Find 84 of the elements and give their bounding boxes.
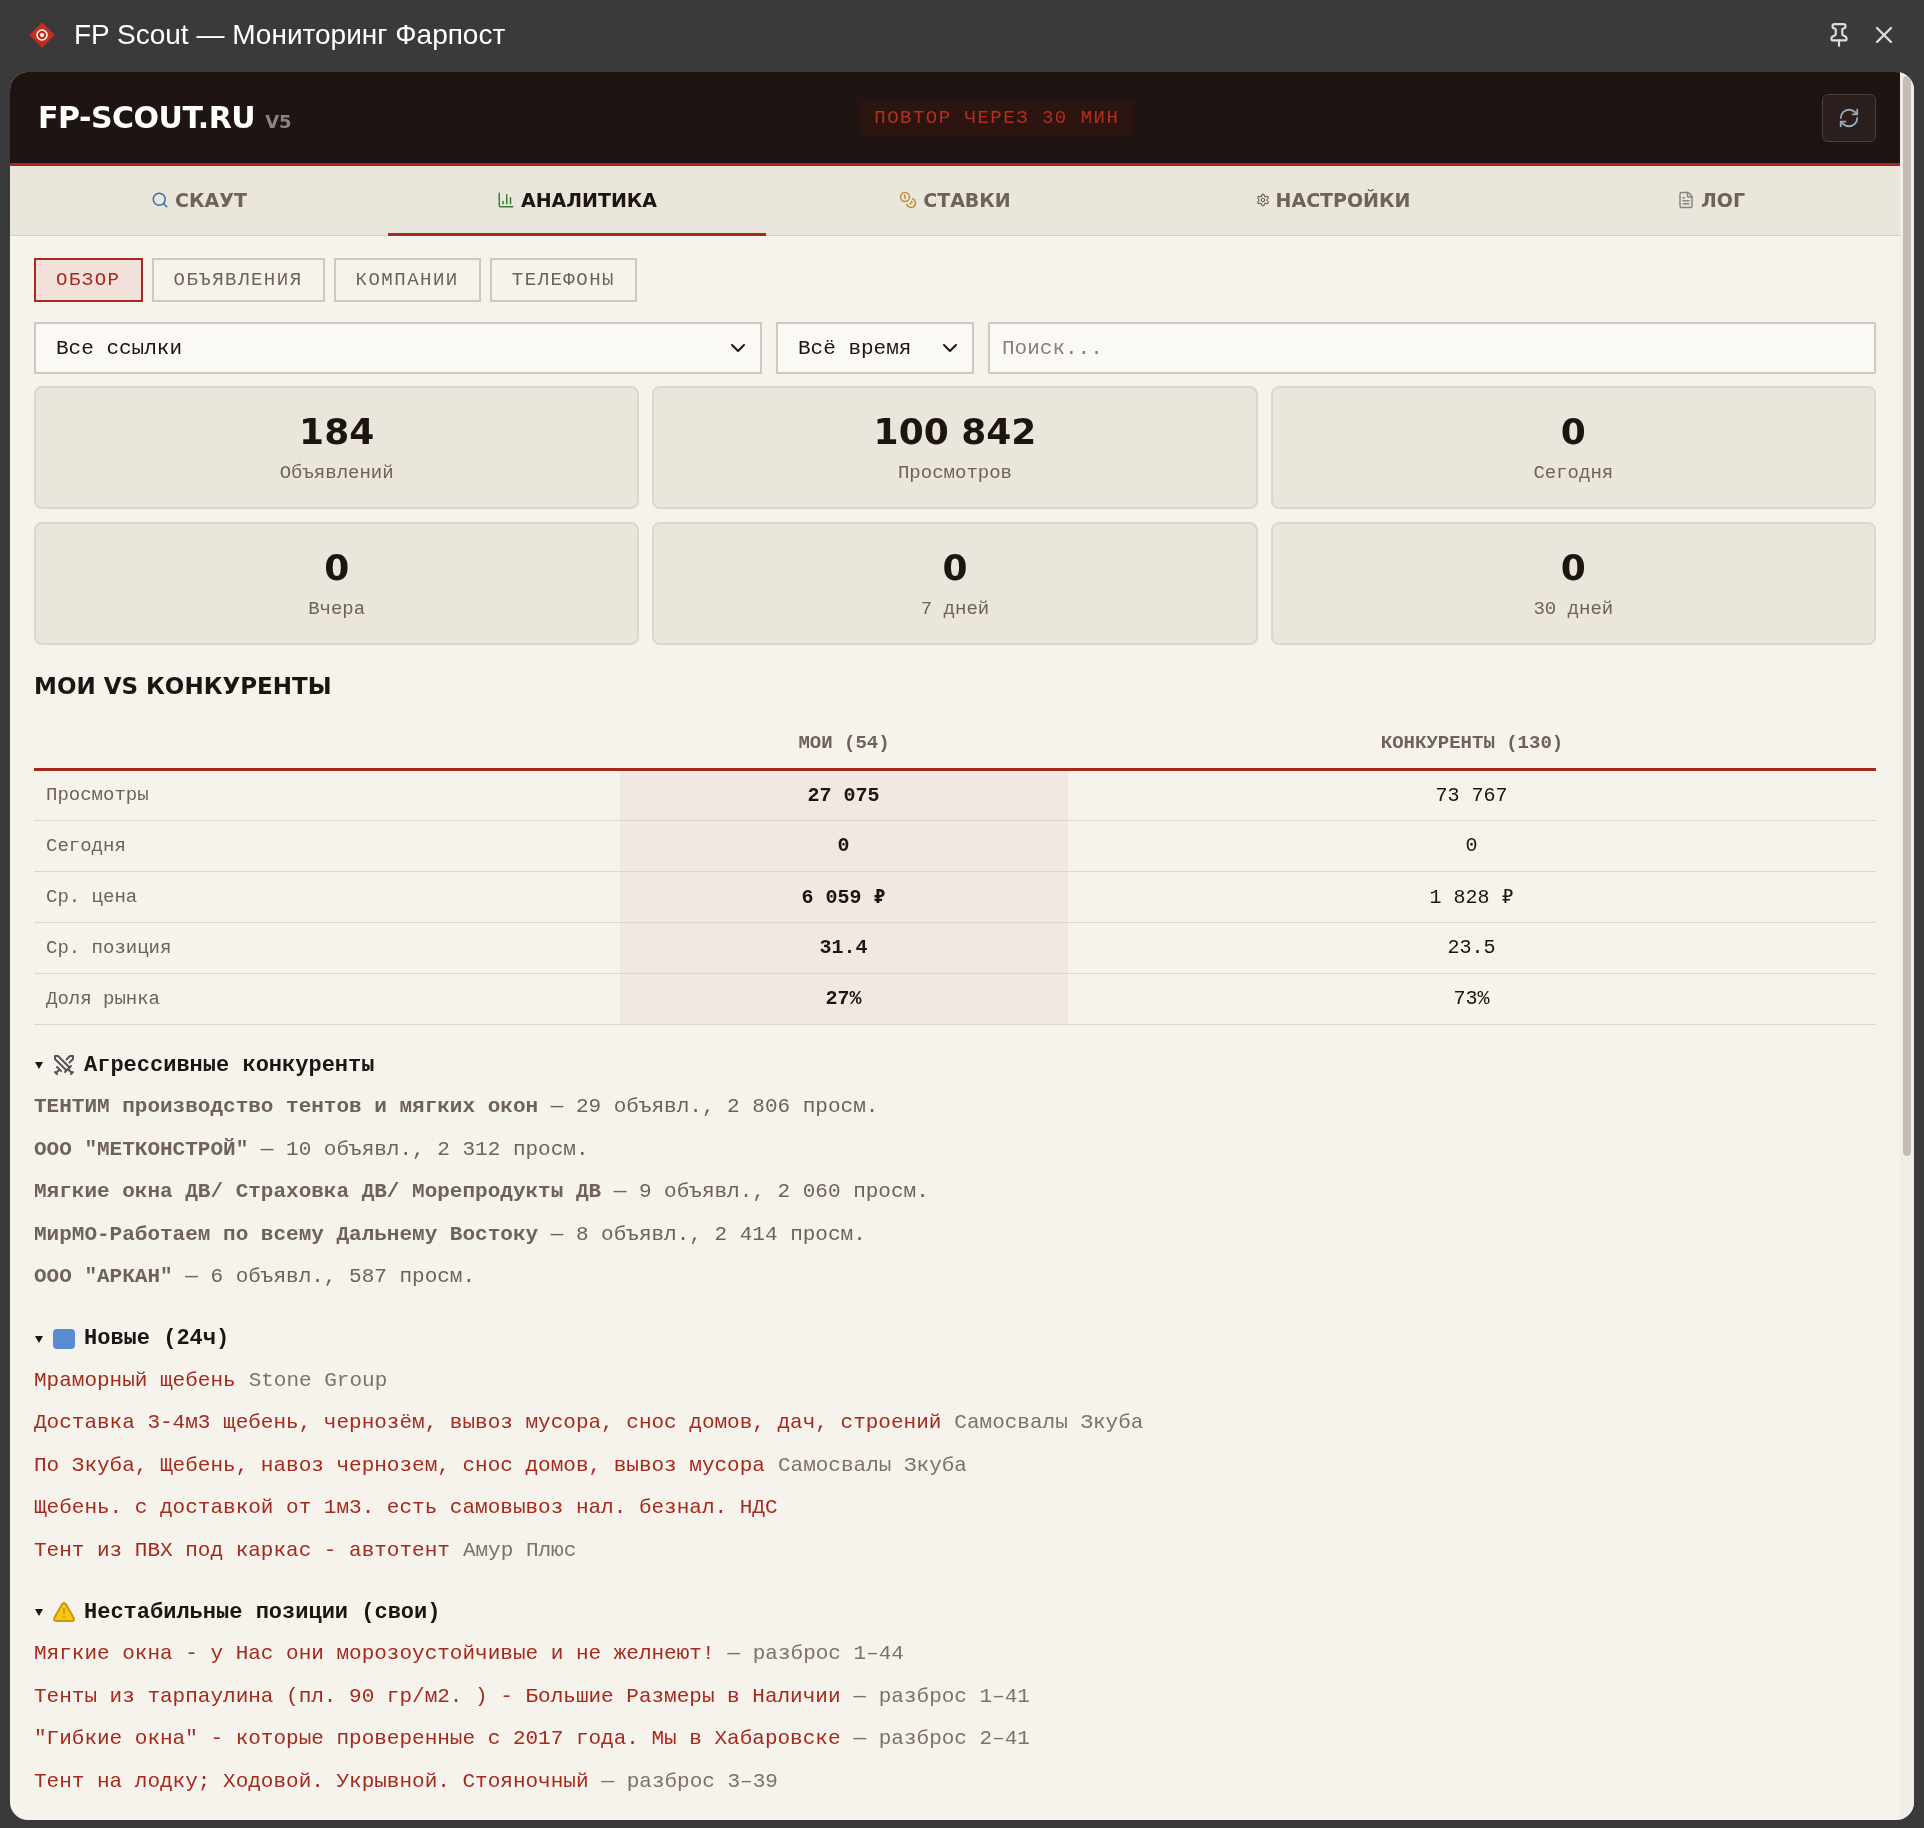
- coins-icon: [899, 190, 918, 209]
- table-cell: 27%: [620, 973, 1068, 1024]
- table-cell: 73%: [1068, 973, 1876, 1024]
- settings-icon: [1255, 192, 1270, 207]
- listing-link[interactable]: Тенты из тарпаулина (пл. 90 гр/м2. ) - Большие Размеры в Наличии: [34, 1684, 841, 1708]
- stat-label: 7 дней: [920, 598, 990, 620]
- new-badge-icon: [52, 1327, 76, 1350]
- crossed-swords-icon: [52, 1053, 76, 1077]
- listing-link[interactable]: По Зкуба, Щебень, навоз чернозем, снос домов, вывоз мусора: [34, 1453, 765, 1477]
- subtab[interactable]: КОМПАНИИ: [333, 258, 481, 302]
- period-select[interactable]: Всё время: [776, 322, 974, 374]
- listing-detail: Самосвалы Зкуба: [954, 1411, 1144, 1435]
- tab[interactable]: ЛОГ: [1522, 166, 1900, 236]
- tab[interactable]: АНАЛИТИКА: [388, 166, 766, 236]
- table-cell: 0: [620, 820, 1068, 871]
- listing-detail: — разброс 1–41: [853, 1684, 1030, 1708]
- tab[interactable]: СКАУТ: [10, 166, 388, 236]
- table-cell: 6 059 ₽: [620, 871, 1068, 922]
- table-cell: 23.5: [1068, 922, 1876, 973]
- row-label: Ср. цена: [34, 871, 620, 922]
- competitor-entry: ТЕНТИМ производство тентов и мягких окон — 29 объявл., 2 806 просм.: [34, 1095, 879, 1119]
- competitor-entry: ООО "МЕТКОНСТРОЙ" — 10 объявл., 2 312 просм.: [34, 1137, 589, 1161]
- listing-detail: Stone Group: [248, 1368, 388, 1392]
- stat-label: Просмотров: [897, 462, 1012, 484]
- search-icon: [151, 190, 170, 209]
- links-select[interactable]: Все ссылки: [34, 322, 762, 374]
- tab[interactable]: НАСТРОЙКИ: [1144, 166, 1522, 236]
- table-cell: 0: [1068, 820, 1876, 871]
- listing-link[interactable]: Тент из ПВХ под каркас - автотент: [34, 1538, 450, 1562]
- disclosure-triangle-icon[interactable]: [34, 1060, 44, 1070]
- stat-label: Сегодня: [1533, 462, 1614, 484]
- section-title[interactable]: Новые (24ч): [84, 1326, 230, 1351]
- table-cell: 1 828 ₽: [1068, 871, 1876, 922]
- listing-link[interactable]: Доставка 3-4м3 щебень, чернозём, вывоз мусора, снос домов, дач, строений: [34, 1411, 942, 1435]
- stat-label: Вчера: [308, 598, 366, 620]
- bar-chart-icon: [496, 190, 515, 209]
- table-cell: 31.4: [620, 922, 1068, 973]
- tab[interactable]: СТАВКИ: [766, 166, 1144, 236]
- listing-link[interactable]: Мягкие окна - у Нас они морозоустойчивые и не желнеют!: [34, 1642, 715, 1666]
- logo: FP-SCOUT.RU: [38, 100, 256, 135]
- listing-link[interactable]: Мраморный щебень: [34, 1368, 236, 1392]
- stat-label: 30 дней: [1533, 598, 1614, 620]
- retry-status: ПОВТОР ЧЕРЕЗ 30 МИН: [860, 100, 1134, 135]
- row-label: Доля рынка: [34, 973, 620, 1024]
- listing-link[interactable]: Тент на лодку; Ходовой. Укрывной. Стояночный: [34, 1769, 589, 1793]
- disclosure-triangle-icon[interactable]: [34, 1333, 44, 1344]
- version-label: V5: [265, 111, 292, 132]
- section-title[interactable]: Агрессивные конкуренты: [84, 1052, 375, 1078]
- listing-detail: Амур Плюс: [462, 1538, 577, 1562]
- scrollbar-thumb[interactable]: [1903, 76, 1911, 1156]
- stat-value: 184: [299, 411, 375, 452]
- section-title[interactable]: Нестабильные позиции (свои): [84, 1599, 441, 1625]
- stat-value: 100 842: [873, 411, 1037, 452]
- search-field[interactable]: Поиск...: [988, 322, 1876, 374]
- listing-link[interactable]: Щебень. с доставкой от 1м3. есть самовывоз нал. безнал. НДС: [34, 1496, 778, 1520]
- refresh-button[interactable]: [1822, 93, 1876, 142]
- listing-link[interactable]: "Гибкие окна" - которые проверенные с 2017 года. Мы в Хабаровске: [34, 1727, 841, 1751]
- subtab[interactable]: ОБЗОР: [34, 258, 143, 302]
- window-title: FP Scout — Мониторинг Фарпост: [74, 19, 507, 51]
- row-label: Просмотры: [34, 769, 620, 820]
- refresh-icon: [1838, 106, 1860, 129]
- listing-detail: — разброс 3–39: [601, 1769, 778, 1793]
- stat-value: 0: [324, 547, 350, 588]
- document-icon: [1676, 190, 1695, 209]
- listing-detail: Самосвалы Зкуба: [777, 1453, 967, 1477]
- competitor-entry: Мягкие окна ДВ/ Страховка ДВ/ Морепродукты ДВ — 9 объявл., 2 060 просм.: [34, 1180, 929, 1204]
- section-heading: МОИ VS КОНКУРЕНТЫ: [34, 673, 333, 699]
- row-label: Ср. позиция: [34, 922, 620, 973]
- table-cell: 27 075: [620, 769, 1068, 820]
- subtab[interactable]: ОБЪЯВЛЕНИЯ: [151, 258, 325, 302]
- listing-detail: — разброс 2–41: [853, 1727, 1030, 1751]
- listing-detail: — разброс 1–44: [727, 1642, 904, 1666]
- stat-value: 0: [1560, 547, 1586, 588]
- warning-icon: [52, 1600, 76, 1624]
- row-label: Сегодня: [34, 820, 620, 871]
- competitor-entry: ООО "АРКАН" — 6 объявл., 587 просм.: [34, 1265, 476, 1289]
- stat-value: 0: [942, 547, 968, 588]
- disclosure-triangle-icon[interactable]: [34, 1607, 44, 1617]
- competitor-entry: МирМО-Работаем по всему Дальнему Востоку — 8 объявл., 2 414 просм.: [34, 1222, 866, 1246]
- stat-value: 0: [1560, 411, 1586, 452]
- table-cell: 73 767: [1068, 769, 1876, 820]
- column-header: КОНКУРЕНТЫ (130): [1068, 719, 1876, 769]
- subtab[interactable]: ТЕЛЕФОНЫ: [489, 258, 637, 302]
- stat-label: Объявлений: [279, 462, 394, 484]
